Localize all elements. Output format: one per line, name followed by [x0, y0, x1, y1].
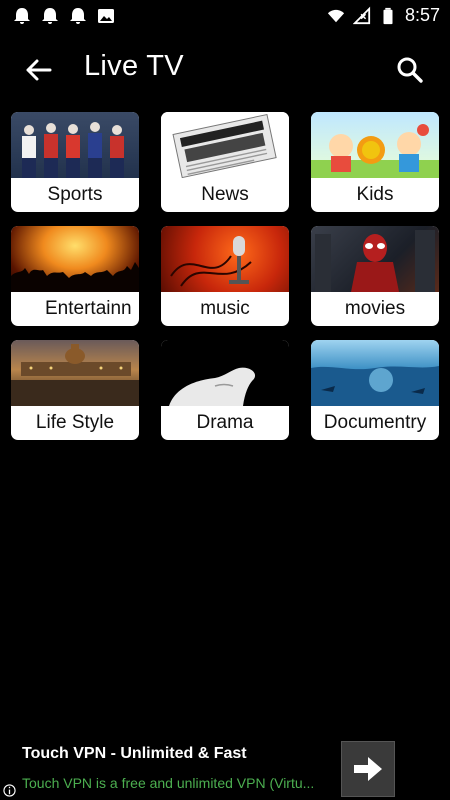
category-tile-drama[interactable]: Drama: [161, 340, 289, 440]
category-tile-entertainment[interactable]: Entertainn: [11, 226, 139, 326]
category-thumbnail: [161, 226, 289, 292]
category-label: Sports: [47, 184, 103, 205]
category-thumbnail: [11, 340, 139, 406]
category-label: Kids: [356, 184, 394, 205]
signal-icon: [352, 6, 371, 24]
back-button[interactable]: [20, 52, 56, 88]
status-system: 8:57: [327, 5, 440, 26]
category-label: Life Style: [35, 412, 115, 433]
status-notifications: [12, 6, 116, 26]
category-label: News: [201, 184, 249, 205]
info-icon[interactable]: [3, 784, 16, 797]
category-label: music: [200, 298, 250, 319]
category-tile-sports[interactable]: Sports: [11, 112, 139, 212]
app-bar: Live TV: [0, 40, 450, 98]
category-thumbnail: [311, 340, 439, 406]
category-thumbnail: [311, 112, 439, 178]
category-tile-documentry[interactable]: Documentry: [311, 340, 439, 440]
page-title: Live TV: [84, 50, 184, 82]
arrow-left-icon: [26, 59, 52, 81]
notification-bell-icon: [70, 8, 86, 24]
notification-bell-icon: [42, 8, 58, 24]
category-thumbnail: [11, 226, 139, 292]
category-thumbnail: [161, 112, 289, 179]
status-time: 8:57: [404, 5, 440, 25]
category-tile-movies[interactable]: movies: [311, 226, 439, 326]
category-label: Documentry: [323, 412, 427, 433]
category-label: Drama: [196, 412, 254, 433]
search-icon: [397, 57, 423, 83]
arrow-right-icon: [354, 757, 382, 781]
ad-title[interactable]: Touch VPN - Unlimited & Fast: [22, 745, 247, 763]
ad-banner[interactable]: Touch VPN - Unlimited & Fast Touch VPN i…: [0, 735, 450, 800]
category-tile-news[interactable]: News: [161, 112, 289, 212]
status-bar: 8:57: [0, 0, 450, 32]
category-tile-kids[interactable]: Kids: [311, 112, 439, 212]
category-tile-music[interactable]: music: [161, 226, 289, 326]
category-label: Entertainn: [45, 298, 132, 319]
ad-open-button[interactable]: [341, 741, 395, 797]
image-icon: [98, 9, 114, 23]
category-thumbnail: [11, 112, 139, 178]
category-thumbnail: [311, 226, 439, 292]
wifi-icon: [327, 9, 345, 22]
category-tile-life-style[interactable]: Life Style: [11, 340, 139, 440]
notification-bell-icon: [14, 8, 30, 24]
ad-description[interactable]: Touch VPN is a free and unlimited VPN (V…: [22, 775, 332, 791]
category-label: movies: [344, 298, 406, 319]
battery-icon: [383, 7, 393, 24]
search-button[interactable]: [390, 50, 430, 90]
category-thumbnail: [161, 340, 289, 406]
